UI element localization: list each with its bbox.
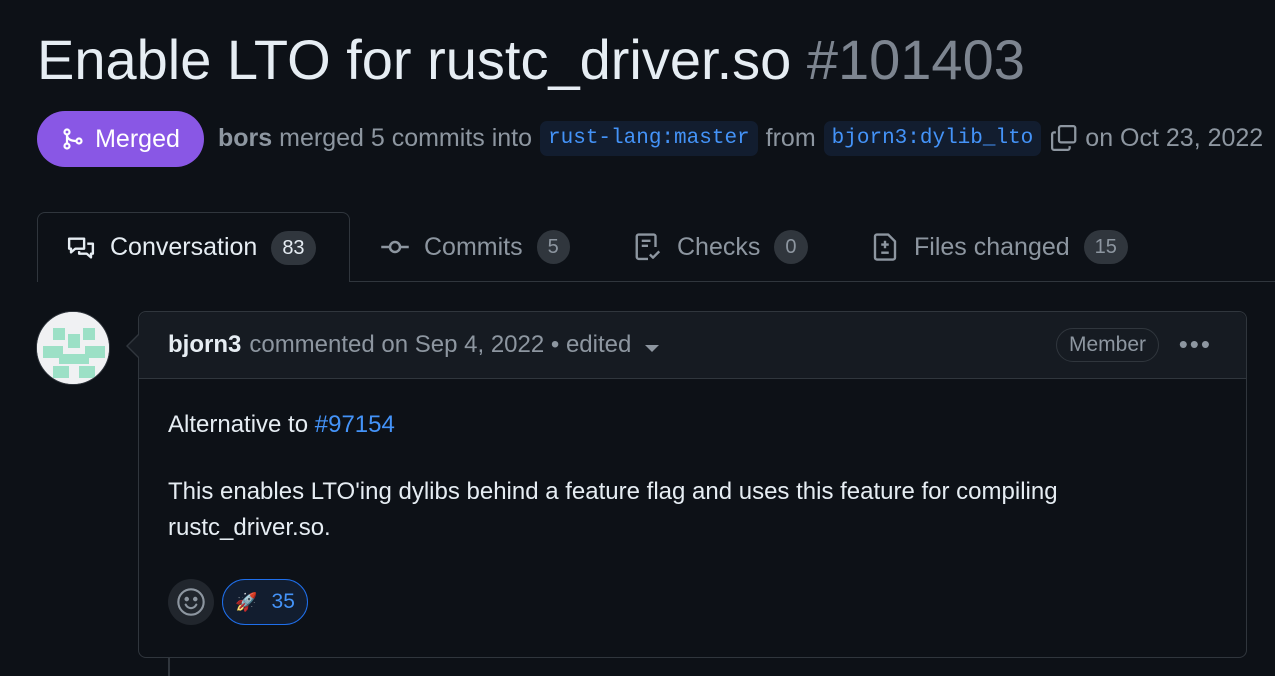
identicon-image [37,312,109,384]
comment-caret [126,334,139,358]
member-badge: Member [1055,328,1159,362]
issue-link[interactable]: #97154 [315,411,395,438]
timeline-line [168,656,170,676]
base-branch[interactable]: rust-lang:master [540,120,758,156]
more-options-icon[interactable]: ••• [1179,331,1212,357]
comment-paragraph-1: Alternative to #97154 [168,407,395,443]
state-label: Merged [95,124,180,153]
head-branch[interactable]: bjorn3:dylib_lto [823,120,1042,156]
tab-files-changed-label: Files changed [914,232,1070,261]
tab-checks-label: Checks [677,232,761,261]
edited-dropdown-icon[interactable] [645,344,660,352]
comment-paragraph-2: This enables LTO'ing dylibs behind a fea… [168,478,1058,541]
tab-commits-label: Commits [424,232,523,261]
comment-author[interactable]: bjorn3 [168,331,241,359]
merge-date: on Oct 23, 2022 [1085,123,1264,152]
avatar[interactable] [36,311,110,385]
tab-checks-count: 0 [774,230,808,264]
pr-tabs: Conversation 83 Commits 5 Checks 0 Files… [0,212,1275,282]
tab-files-changed[interactable]: Files changed 15 [870,212,1128,282]
from-text: from [765,123,816,152]
git-merge-icon [63,128,83,150]
merged-state-badge: Merged [37,111,204,167]
comment-header: bjorn3 commented on Sep 4, 2022 • edited… [139,312,1246,379]
body-prefix: Alternative to [168,411,315,438]
comment-box: bjorn3 commented on Sep 4, 2022 • edited… [126,311,1247,658]
comment-discussion-icon [67,236,95,259]
file-diff-icon [873,233,897,261]
copy-icon[interactable] [1049,123,1079,153]
tab-conversation-count: 83 [271,230,316,265]
tab-commits-count: 5 [536,230,570,264]
smiley-icon [177,588,205,616]
git-commit-icon [381,240,409,254]
add-reaction-button[interactable] [168,579,214,625]
checklist-icon [635,233,661,261]
rocket-icon: 🚀 [235,591,258,613]
reaction-count: 35 [271,590,295,613]
pr-title: Enable LTO for rustc_driver.so #101403 [37,28,1025,92]
pr-meta: bors merged 5 commits into rust-lang:mas… [218,118,1263,158]
tab-checks[interactable]: Checks 0 [633,212,808,282]
tab-commits[interactable]: Commits 5 [380,212,570,282]
tab-files-changed-count: 15 [1083,230,1128,264]
merge-text: merged 5 commits into [279,123,533,152]
pr-number: #101403 [806,28,1025,91]
merged-by-link[interactable]: bors [218,124,272,153]
tab-conversation[interactable]: Conversation 83 [37,212,350,282]
tab-conversation-label: Conversation [110,233,258,261]
pr-title-text: Enable LTO for rustc_driver.so [37,28,792,91]
rocket-reaction-button[interactable]: 🚀 35 [222,579,308,625]
comment-meta[interactable]: commented on Sep 4, 2022 • edited [249,331,631,359]
